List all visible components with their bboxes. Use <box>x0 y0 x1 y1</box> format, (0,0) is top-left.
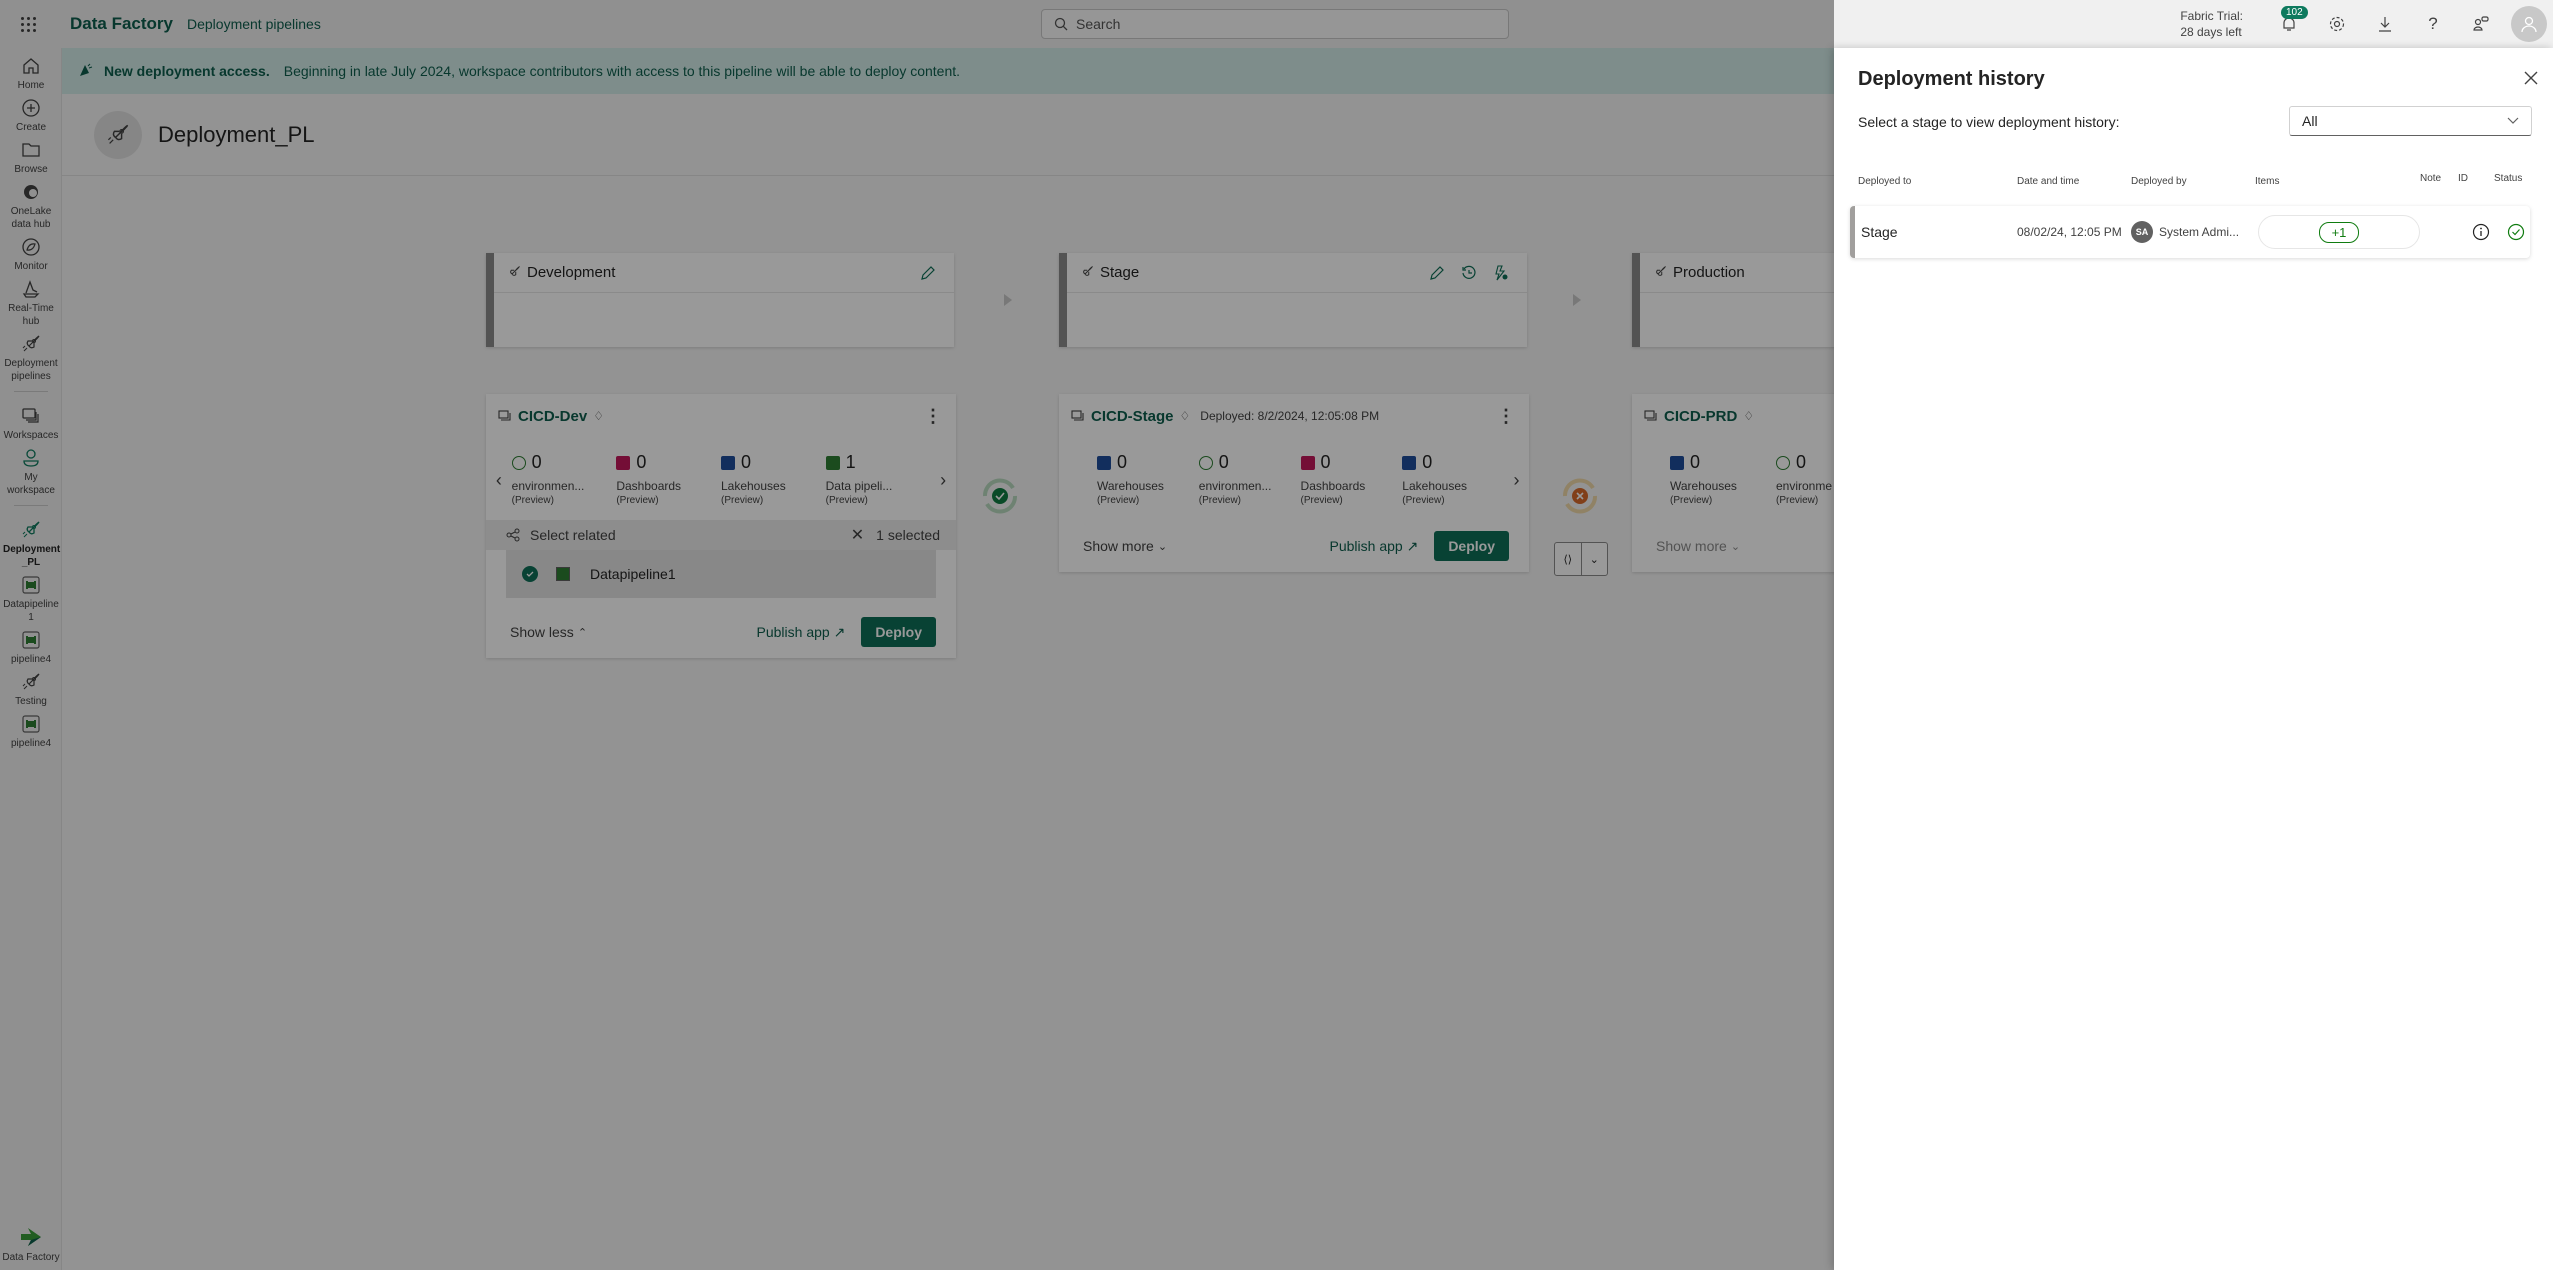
items-pill[interactable]: +1 <box>2258 215 2420 249</box>
notification-badge: 102 <box>2281 6 2308 19</box>
close-icon <box>2524 71 2538 85</box>
id-cell <box>2472 206 2490 258</box>
settings-button[interactable] <box>2313 0 2361 48</box>
deployment-history-panel: Deployment history Select a stage to vie… <box>1834 48 2553 1270</box>
gear-icon <box>2329 16 2345 32</box>
download-button[interactable] <box>2361 0 2409 48</box>
deployed-to: Stage <box>1861 206 1898 258</box>
person-icon <box>2521 16 2537 33</box>
column-header: Items <box>2255 176 2280 187</box>
notifications-button[interactable]: 102 <box>2265 0 2313 48</box>
feedback-icon <box>2473 16 2489 31</box>
trial-status[interactable]: Fabric Trial: 28 days left <box>2180 8 2243 40</box>
dropdown-value: All <box>2302 113 2318 129</box>
column-header: ID <box>2458 173 2468 184</box>
trial-days-left: 28 days left <box>2180 25 2242 39</box>
feedback-button[interactable] <box>2457 0 2505 48</box>
deployed-by: SA System Admi... <box>2131 206 2239 258</box>
deployed-by-value: System Admi... <box>2159 225 2240 239</box>
success-check-icon <box>2507 223 2525 241</box>
close-button[interactable] <box>2523 70 2539 91</box>
user-avatar: SA <box>2131 221 2153 243</box>
info-icon[interactable] <box>2472 223 2490 241</box>
column-header: Status <box>2494 173 2523 184</box>
column-header: Deployed to <box>1858 176 1912 187</box>
user-avatar[interactable] <box>2511 6 2547 42</box>
help-button[interactable]: ? <box>2409 0 2457 48</box>
date-time: 08/02/24, 12:05 PM <box>2017 206 2122 258</box>
modal-overlay[interactable] <box>0 0 1834 1270</box>
column-header: Deployed by <box>2131 176 2187 187</box>
column-header: Date and time <box>2017 176 2080 187</box>
question-icon: ? <box>2428 14 2438 33</box>
chevron-down-icon <box>2507 117 2519 124</box>
datetime-value: 08/02/24, 12:05 PM <box>2017 225 2122 239</box>
status-cell <box>2507 206 2525 258</box>
download-icon <box>2379 17 2391 32</box>
trial-label: Fabric Trial: <box>2180 9 2243 23</box>
items-added-badge: +1 <box>2318 221 2360 243</box>
panel-title: Deployment history <box>1858 68 2045 90</box>
items-cell: +1 <box>2258 206 2420 258</box>
history-row[interactable]: Stage 08/02/24, 12:05 PM SA System Admi.… <box>1850 206 2530 258</box>
deployed-to-value: Stage <box>1861 224 1898 240</box>
stage-filter-dropdown[interactable]: All <box>2289 106 2532 136</box>
column-header: Note <box>2420 173 2442 184</box>
stage-filter-label: Select a stage to view deployment histor… <box>1858 114 2120 130</box>
